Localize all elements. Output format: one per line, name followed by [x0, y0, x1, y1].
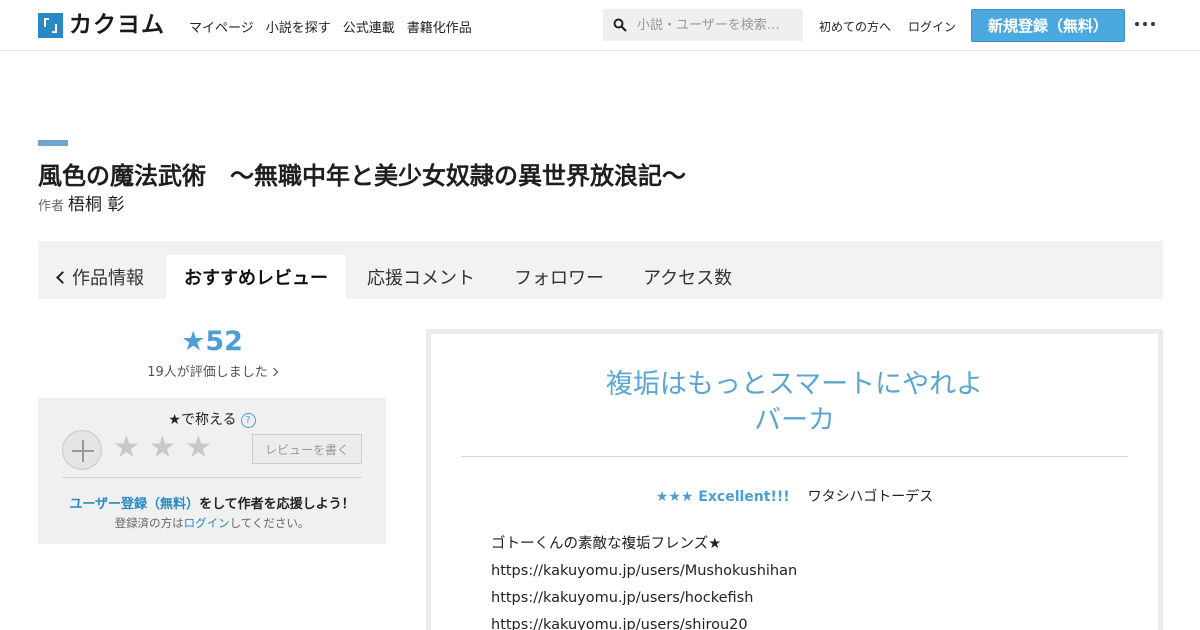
kakuyomu-logo-icon: [38, 12, 63, 38]
review-title[interactable]: 複垢はもっとスマートにやれよ バーカ: [431, 367, 1158, 439]
support-prompt: ユーザー登録（無料）をして作者を応援しよう！: [38, 493, 386, 512]
review-body-link[interactable]: https://kakuyomu.jp/users/shirou20: [491, 612, 797, 630]
login-prefix: 登録済の方は: [114, 516, 184, 530]
login-suffix: してください。: [229, 516, 310, 530]
write-review-button[interactable]: レビューを書く: [252, 434, 362, 464]
reviewer-name[interactable]: ワタシハゴトーデス: [808, 489, 934, 505]
tab-reviews[interactable]: おすすめレビュー: [166, 255, 346, 299]
review-meta: ★★★ Excellent!!! ワタシハゴトーデス: [431, 486, 1158, 506]
help-icon[interactable]: ?: [240, 412, 256, 428]
author-line: 作者 梧桐 彰: [38, 190, 124, 215]
login-prompt-link[interactable]: ログイン: [184, 516, 230, 530]
review-title-line-1: 複垢はもっとスマートにやれよ: [605, 369, 984, 400]
review-divider: [461, 456, 1128, 457]
tab-work-info-label: 作品情報: [72, 268, 144, 289]
title-accent-bar: [38, 140, 68, 146]
register-link[interactable]: ユーザー登録（無料）: [69, 497, 199, 512]
star-3-icon[interactable]: ★: [185, 430, 212, 466]
rated-by-text: 19人が評価しました: [147, 365, 268, 380]
praise-divider: [62, 477, 362, 478]
search-icon[interactable]: [613, 18, 627, 32]
review-body-link[interactable]: https://kakuyomu.jp/users/hockefish: [491, 585, 797, 612]
site-logo[interactable]: カクヨム: [38, 12, 165, 38]
review-body-link[interactable]: https://kakuyomu.jp/users/Mushokushihan: [491, 558, 797, 585]
total-stars: ★52: [181, 326, 243, 357]
support-text: をして作者を応援しよう！: [199, 497, 355, 512]
work-tabs: 作品情報 おすすめレビュー 応援コメント フォロワー アクセス数: [38, 241, 1163, 299]
review-rating: ★★★ Excellent!!!: [655, 489, 790, 505]
main-nav: マイページ 小説を探す 公式連載 書籍化作品: [189, 17, 472, 36]
praise-title: ★で称える?: [38, 409, 386, 429]
first-time-link[interactable]: 初めての方へ: [819, 18, 891, 35]
add-star-button[interactable]: [62, 430, 102, 470]
login-prompt: 登録済の方はログインしてください。: [38, 515, 386, 531]
nav-published-works[interactable]: 書籍化作品: [407, 17, 472, 36]
review-body-line: ゴトーくんの素敵な複垢フレンズ★: [491, 536, 722, 552]
search-box: [603, 9, 803, 41]
nav-official-series[interactable]: 公式連載: [343, 17, 395, 36]
star-1-icon[interactable]: ★: [113, 430, 140, 466]
author-name[interactable]: 梧桐 彰: [68, 195, 124, 215]
tab-access[interactable]: アクセス数: [643, 255, 732, 299]
logo-text: カクヨム: [69, 12, 165, 38]
chevron-right-icon: [269, 367, 279, 377]
nav-find-novels[interactable]: 小説を探す: [266, 17, 331, 36]
tab-work-info[interactable]: 作品情報: [56, 255, 144, 299]
chevron-left-icon: [56, 271, 69, 284]
login-link[interactable]: ログイン: [908, 18, 956, 35]
site-header: カクヨム マイページ 小説を探す 公式連載 書籍化作品 初めての方へ ログイン …: [0, 0, 1200, 51]
praise-title-text: ★で称える: [168, 412, 237, 428]
author-label: 作者: [38, 199, 65, 214]
more-menu-icon[interactable]: [1135, 22, 1155, 26]
nav-my-page[interactable]: マイページ: [189, 17, 254, 36]
review-card: 複垢はもっとスマートにやれよ バーカ ★★★ Excellent!!! ワタシハゴ…: [426, 329, 1163, 630]
tab-comments[interactable]: 応援コメント: [367, 255, 475, 299]
review-body: ゴトーくんの素敵な複垢フレンズ★ https://kakuyomu.jp/use…: [491, 531, 797, 630]
praise-box: ★で称える? ★ ★ ★ レビューを書く ユーザー登録（無料）をして作者を応援し…: [38, 398, 386, 544]
tab-followers[interactable]: フォロワー: [514, 255, 604, 299]
signup-button[interactable]: 新規登録（無料）: [971, 9, 1125, 42]
review-title-line-2: バーカ: [754, 405, 835, 436]
rated-by-link[interactable]: 19人が評価しました: [38, 361, 386, 380]
star-2-icon[interactable]: ★: [149, 430, 176, 466]
search-input[interactable]: [637, 9, 797, 41]
work-title[interactable]: 風色の魔法武術 ～無職中年と美少女奴隷の異世界放浪記～: [38, 156, 686, 191]
